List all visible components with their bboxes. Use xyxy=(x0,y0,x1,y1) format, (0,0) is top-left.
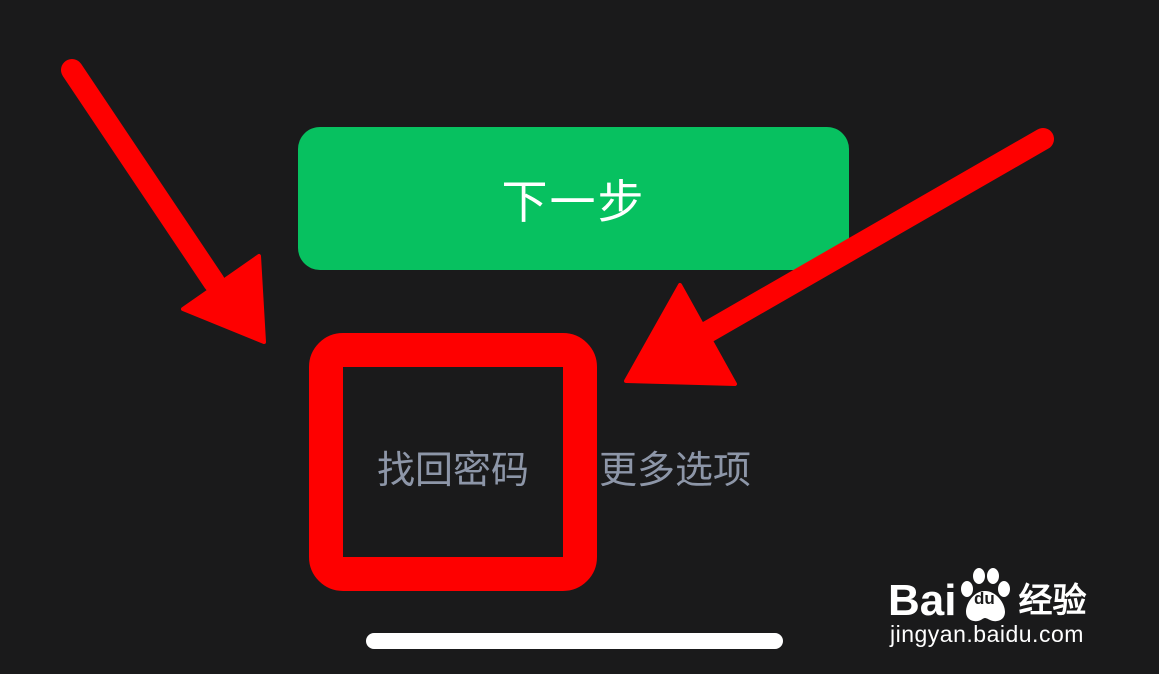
baidu-jingyan-watermark: Bai 经验 du jingyan.baidu.com xyxy=(888,555,1118,655)
watermark-url: jingyan.baidu.com xyxy=(890,621,1084,647)
watermark-brand-suffix: 经验 xyxy=(1018,581,1087,621)
left-arrow-shaft xyxy=(61,59,225,293)
screen: 下一步 找回密码 更多选项 Bai 经验 du jingyan.baidu.co… xyxy=(0,0,1159,674)
watermark-brand-du: du xyxy=(974,589,995,608)
watermark-brand-prefix: Bai xyxy=(888,576,957,625)
right-arrow-shaft xyxy=(674,128,1054,356)
home-indicator xyxy=(366,633,783,649)
